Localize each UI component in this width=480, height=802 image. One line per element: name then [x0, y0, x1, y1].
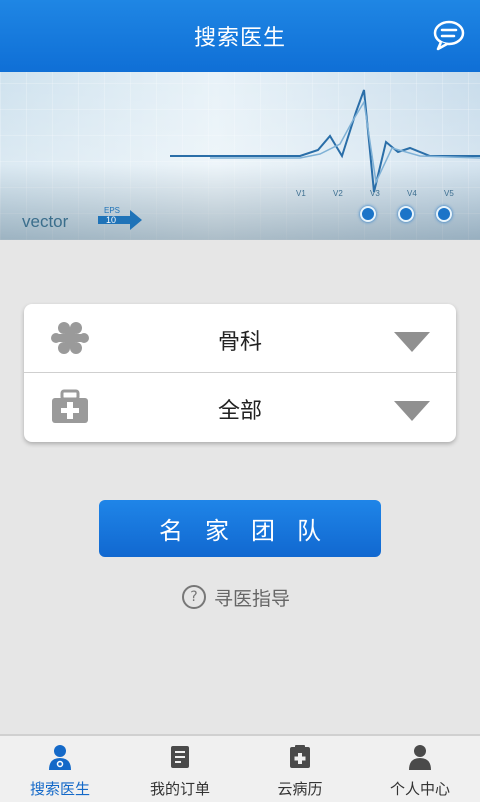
- tab-label: 云病历: [277, 780, 323, 798]
- chevron-down-icon: [394, 332, 430, 352]
- axis-label: V3: [370, 189, 380, 198]
- axis-label: V1: [296, 189, 306, 198]
- carousel-indicators: [360, 206, 452, 222]
- guide-link[interactable]: ? 寻医指导: [182, 584, 290, 610]
- tab-my-orders[interactable]: 我的订单: [120, 736, 240, 802]
- bottom-tab-bar: 搜索医生 我的订单 云病历 个人中心: [0, 734, 480, 802]
- person-icon: [409, 745, 431, 770]
- department-value: 骨科: [217, 330, 262, 355]
- eps-badge: EPS 10: [98, 206, 142, 230]
- promo-banner[interactable]: V1 V2 V3 V4 V5 vector EPS 10: [0, 72, 480, 240]
- carousel-dot[interactable]: [398, 206, 414, 222]
- eps-number: 10: [106, 215, 116, 225]
- tab-cloud-records[interactable]: 云病历: [240, 736, 360, 802]
- page-title: 搜索医生: [193, 26, 286, 51]
- carousel-dot[interactable]: [436, 206, 452, 222]
- eps-label: EPS: [104, 206, 120, 215]
- tab-search-doctor[interactable]: 搜索医生: [0, 736, 120, 802]
- category-value: 全部: [217, 399, 262, 424]
- medical-record-icon: [290, 745, 310, 768]
- guide-label: 寻医指导: [214, 587, 291, 610]
- tab-profile[interactable]: 个人中心: [360, 736, 480, 802]
- axis-label: V2: [333, 189, 343, 198]
- app-header: 搜索医生: [0, 0, 480, 72]
- axis-label: V4: [407, 189, 417, 198]
- doctor-icon: [49, 745, 71, 770]
- famous-team-button[interactable]: 名家团队: [99, 500, 381, 557]
- category-selector[interactable]: 全部: [24, 373, 456, 441]
- chat-bubble-icon[interactable]: [432, 18, 466, 52]
- help-icon: ?: [182, 585, 206, 609]
- department-selector[interactable]: 骨科: [24, 304, 456, 373]
- chevron-down-icon: [394, 401, 430, 421]
- tab-label: 我的订单: [149, 780, 210, 798]
- axis-label: V5: [444, 189, 454, 198]
- carousel-dot[interactable]: [360, 206, 376, 222]
- banner-brand-text: vector: [22, 212, 69, 231]
- document-icon: [171, 746, 189, 768]
- tab-label: 搜索医生: [29, 780, 90, 798]
- tab-label: 个人中心: [389, 780, 450, 798]
- filter-card: 骨科 全部: [24, 304, 456, 442]
